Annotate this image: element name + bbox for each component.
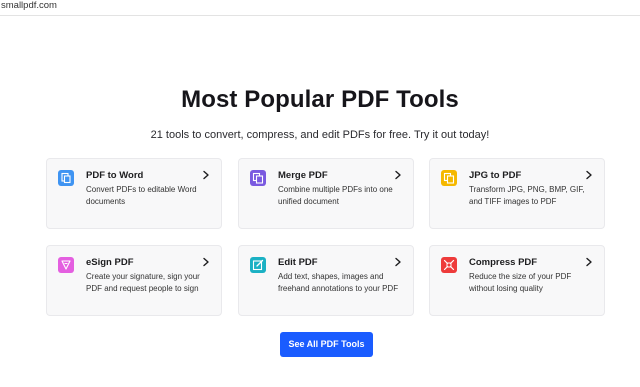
browser-address-bar[interactable]: smallpdf.com [0,0,640,16]
merge-icon [250,170,266,186]
image-icon [441,170,457,186]
tool-card-compress-pdf[interactable]: Compress PDF Reduce the size of your PDF… [429,245,605,316]
tool-name: Edit PDF [278,257,318,268]
esign-icon [58,257,74,273]
chevron-right-icon [586,170,592,180]
tool-name: PDF to Word [86,170,144,181]
tool-name: JPG to PDF [469,170,522,181]
chevron-right-icon [586,257,592,267]
chevron-right-icon [395,170,401,180]
tool-card-jpg-to-pdf[interactable]: JPG to PDF Transform JPG, PNG, BMP, GIF,… [429,158,605,229]
url-text[interactable]: smallpdf.com [1,0,57,12]
tool-card-pdf-to-word[interactable]: PDF to Word Convert PDFs to editable Wor… [46,158,222,229]
page-subtitle: 21 tools to convert, compress, and edit … [150,129,490,141]
tool-description: Transform JPG, PNG, BMP, GIF, and TIFF i… [469,185,585,207]
chevron-right-icon [395,257,401,267]
see-all-tools-button[interactable]: See All PDF Tools [280,332,373,357]
tool-card-esign-pdf[interactable]: eSign PDF Create your signature, sign yo… [46,245,222,316]
tool-description: Add text, shapes, images and freehand an… [278,272,399,294]
tool-description: Convert PDFs to editable Word documents [86,185,197,207]
tool-description: Combine multiple PDFs into one unified d… [278,185,393,207]
tool-description: Create your signature, sign your PDF and… [86,272,200,294]
tool-name: eSign PDF [86,257,134,268]
chevron-right-icon [203,170,209,180]
tool-name: Merge PDF [278,170,328,181]
tool-name: Compress PDF [469,257,538,268]
compress-icon [441,257,457,273]
tool-card-edit-pdf[interactable]: Edit PDF Add text, shapes, images and fr… [238,245,414,316]
edit-icon [250,257,266,273]
chevron-right-icon [203,257,209,267]
word-icon [58,170,74,186]
page-title: Most Popular PDF Tools [181,86,459,113]
tool-card-merge-pdf[interactable]: Merge PDF Combine multiple PDFs into one… [238,158,414,229]
tool-description: Reduce the size of your PDF without losi… [469,272,572,294]
